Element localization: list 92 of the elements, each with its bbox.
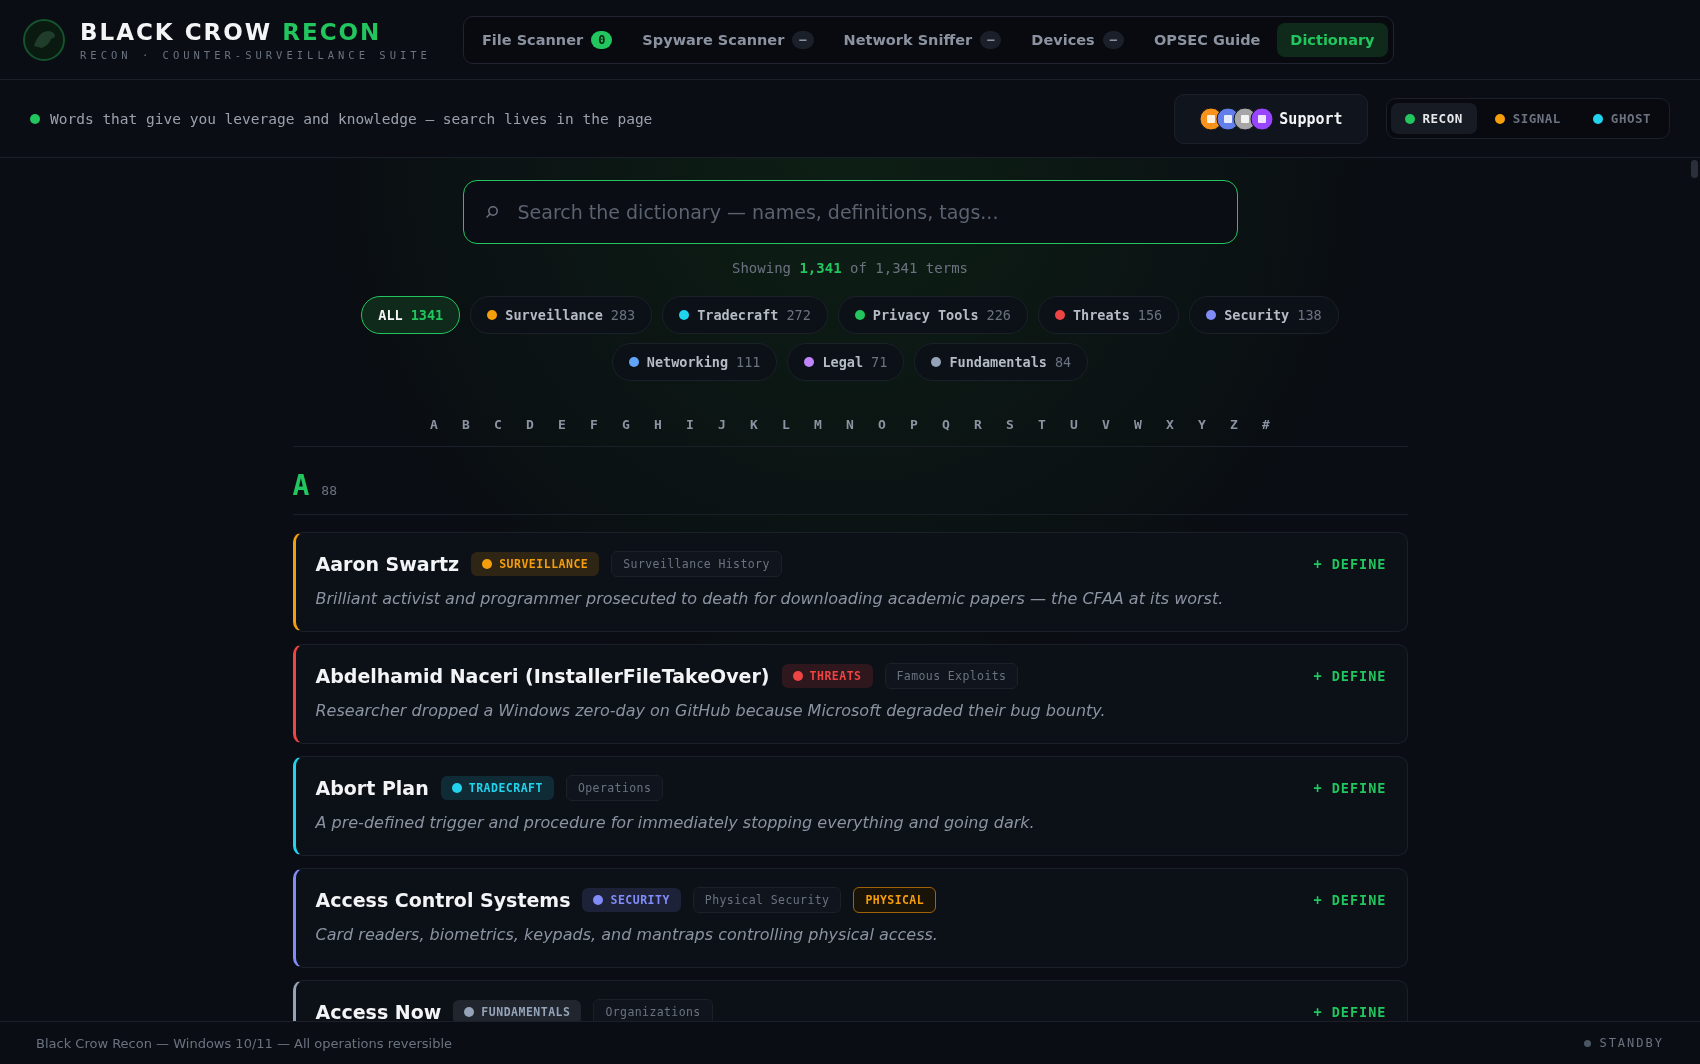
category-filter[interactable]: Legal 71 (787, 343, 905, 381)
section-count: 88 (321, 483, 337, 498)
coin-icon (1250, 106, 1275, 131)
topic-tag: Surveillance History (611, 551, 782, 577)
term-name: Abort Plan (315, 777, 429, 799)
category-filter[interactable]: Threats 156 (1037, 296, 1180, 334)
count-badge: – (980, 30, 1002, 49)
category-filter[interactable]: ALL 1341 (361, 296, 461, 334)
theme-option[interactable]: RECON (1390, 103, 1477, 134)
letter-link[interactable]: M (809, 417, 827, 432)
category-filter[interactable]: Privacy Tools 226 (837, 296, 1028, 334)
status-indicator: STANDBY (1584, 1036, 1664, 1050)
define-link[interactable]: + DEFINE (1313, 556, 1387, 572)
letter-link[interactable]: V (1097, 417, 1115, 432)
result-count: Showing 1,341 of 1,341 terms (732, 260, 968, 276)
scrollbar-thumb[interactable] (1691, 160, 1698, 178)
category-tag: SECURITY (582, 888, 681, 912)
letter-link[interactable]: J (713, 417, 731, 432)
status-dot (30, 113, 40, 124)
letter-link[interactable]: Q (937, 417, 955, 432)
topic-tag: Organizations (593, 999, 713, 1021)
app-title: BLACK CROW RECON (80, 18, 383, 45)
tagline: Words that give you leverage and knowledge — search lives in the page (50, 110, 653, 127)
letter-link[interactable]: H (649, 417, 667, 432)
term-definition: A pre-defined trigger and procedure for immediately stopping everything and going dark. (315, 813, 1036, 832)
term-definition: Researcher dropped a Windows zero-day on GitHub because Microsoft degraded their bug bounty. (315, 701, 1107, 720)
topic-tag: Physical Security (692, 887, 842, 913)
letter-link[interactable]: Y (1193, 417, 1211, 432)
nav-tab[interactable]: Network Sniffer – (830, 21, 1015, 58)
letter-link[interactable]: A (425, 417, 443, 432)
define-link[interactable]: + DEFINE (1313, 780, 1387, 796)
support-button[interactable]: Support (1174, 93, 1368, 144)
define-link[interactable]: + DEFINE (1313, 1004, 1387, 1020)
term-definition: Card readers, biometrics, keypads, and mantraps controlling physical access. (315, 925, 939, 944)
theme-option[interactable]: SIGNAL (1480, 103, 1575, 134)
count-badge: – (1102, 30, 1124, 49)
letter-link[interactable]: R (969, 417, 987, 432)
search-field[interactable]: Search the dictionary — names, definitions, tags... (462, 180, 1238, 244)
topic-tag: Famous Exploits (884, 663, 1019, 689)
nav-tab[interactable]: File Scanner 0 (468, 21, 626, 58)
letter-link[interactable]: T (1033, 417, 1051, 432)
letter-link[interactable]: # (1257, 417, 1275, 432)
letter-link[interactable]: K (745, 417, 763, 432)
letter-link[interactable]: I (681, 417, 699, 432)
nav-tab[interactable]: Devices – (1018, 21, 1137, 58)
category-filter[interactable]: Networking 111 (611, 343, 778, 381)
letter-link[interactable]: L (777, 417, 795, 432)
category-dot (464, 1007, 475, 1017)
term-definition: Brilliant activist and programmer prosecuted to death for downloading academic papers — the CFAA at its worst. (315, 589, 1225, 608)
nav-tab[interactable]: Spyware Scanner – (629, 21, 827, 58)
nav-tab[interactable]: OPSEC Guide (1140, 22, 1274, 57)
letter-link[interactable]: B (457, 417, 475, 432)
letter-link[interactable]: S (1001, 417, 1019, 432)
category-tag: TRADECRAFT (440, 776, 554, 800)
term-name: Access Control Systems (315, 889, 571, 911)
define-link[interactable]: + DEFINE (1313, 892, 1387, 908)
letter-link[interactable]: Z (1225, 417, 1243, 432)
letter-link[interactable]: U (1065, 417, 1083, 432)
letter-link[interactable]: G (617, 417, 635, 432)
theme-option[interactable]: GHOST (1578, 103, 1665, 134)
letter-link[interactable]: D (521, 417, 539, 432)
category-dot (593, 895, 604, 905)
topic-tag: PHYSICAL (853, 887, 936, 913)
nav-tab[interactable]: Dictionary (1277, 22, 1388, 57)
define-link[interactable]: + DEFINE (1313, 668, 1387, 684)
footer-text: Black Crow Recon — Windows 10/11 — All operations reversible (36, 1035, 452, 1051)
topic-tag: Operations (565, 775, 664, 801)
category-dot (482, 559, 493, 569)
category-dot (792, 671, 803, 681)
category-tag: SURVEILLANCE (471, 552, 600, 576)
category-filter[interactable]: Security 138 (1189, 296, 1339, 334)
count-badge: 0 (591, 30, 613, 49)
category-dot (451, 783, 462, 793)
letter-link[interactable]: X (1161, 417, 1179, 432)
term-name: Aaron Swartz (315, 553, 460, 575)
term-name: Access Now (315, 1001, 442, 1021)
count-badge: – (792, 30, 814, 49)
app-subtitle: RECON · COUNTER-SURVEILLANCE SUITE (80, 48, 431, 61)
term-name: Abdelhamid Naceri (InstallerFileTakeOver) (315, 665, 770, 687)
letter-link[interactable]: O (873, 417, 891, 432)
letter-link[interactable]: N (841, 417, 859, 432)
letter-link[interactable]: P (905, 417, 923, 432)
letter-link[interactable]: F (585, 417, 603, 432)
category-filter[interactable]: Fundamentals 84 (914, 343, 1089, 381)
section-letter: A (292, 469, 310, 502)
letter-link[interactable]: C (489, 417, 507, 432)
letter-link[interactable]: E (553, 417, 571, 432)
category-tag: THREATS (781, 664, 873, 688)
search-icon (484, 205, 499, 219)
letter-link[interactable]: W (1129, 417, 1147, 432)
category-filter[interactable]: Tradecraft 272 (662, 296, 828, 334)
category-filter[interactable]: Surveillance 283 (470, 296, 653, 334)
